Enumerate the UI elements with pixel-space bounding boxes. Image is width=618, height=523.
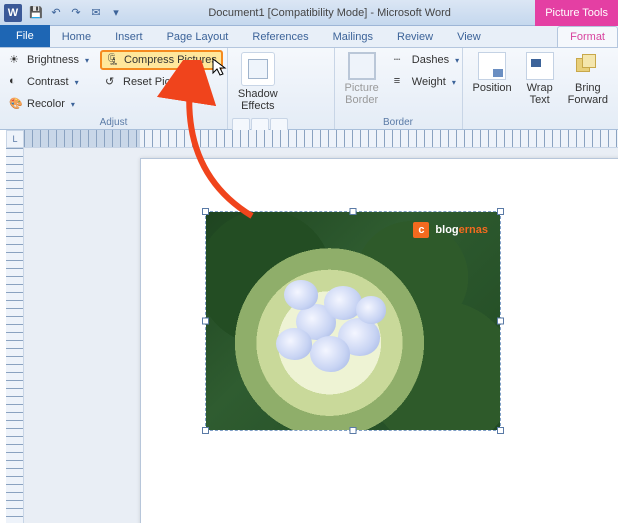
wrap-label: Wrap Text bbox=[527, 82, 553, 106]
dashes-button[interactable]: ┄ Dashes▾ bbox=[389, 50, 464, 70]
recolor-button[interactable]: 🎨 Recolor▾ bbox=[4, 94, 94, 114]
save-icon[interactable]: 💾 bbox=[28, 5, 44, 21]
brightness-label: Brightness bbox=[27, 54, 79, 66]
resize-handle-tr[interactable] bbox=[497, 208, 504, 215]
ribbon: ☀ Brightness▾ ◐ Contrast▾ 🎨 Recolor▾ 🗜 C… bbox=[0, 48, 618, 130]
shadow-sample-icon bbox=[241, 52, 275, 86]
reset-picture-button[interactable]: ↺ Reset Picture bbox=[100, 72, 223, 92]
recolor-label: Recolor bbox=[27, 98, 65, 110]
tab-references[interactable]: References bbox=[240, 27, 320, 47]
tab-view[interactable]: View bbox=[445, 27, 493, 47]
titlebar: W 💾 ↶ ↷ ✉ ▾ Document1 [Compatibility Mod… bbox=[0, 0, 618, 26]
tab-mailings[interactable]: Mailings bbox=[321, 27, 385, 47]
image-watermark: c blogernas bbox=[413, 222, 488, 238]
resize-handle-b[interactable] bbox=[350, 427, 357, 434]
resize-handle-bl[interactable] bbox=[202, 427, 209, 434]
tab-format[interactable]: Format bbox=[557, 26, 618, 47]
group-border: Picture Border ┄ Dashes▾ ≡ Weight▾ Borde… bbox=[335, 48, 463, 129]
qat-more-icon[interactable]: ▾ bbox=[108, 5, 124, 21]
watermark-prefix: blog bbox=[435, 224, 458, 236]
recolor-icon: 🎨 bbox=[9, 97, 23, 111]
dashes-label: Dashes bbox=[412, 54, 449, 66]
group-adjust-title: Adjust bbox=[4, 116, 223, 129]
horizontal-ruler[interactable] bbox=[24, 130, 618, 148]
position-icon bbox=[478, 52, 506, 80]
compress-pictures-button[interactable]: 🗜 Compress Pictures bbox=[100, 50, 223, 70]
resize-handle-t[interactable] bbox=[350, 208, 357, 215]
group-shadow-effects: Shadow Effects Shadow Effects bbox=[228, 48, 335, 129]
tab-home[interactable]: Home bbox=[50, 27, 103, 47]
position-label: Position bbox=[473, 82, 512, 94]
undo-icon[interactable]: ↶ bbox=[48, 5, 64, 21]
reset-label: Reset Picture bbox=[123, 76, 189, 88]
compress-label: Compress Pictures bbox=[124, 54, 217, 66]
contrast-icon: ◐ bbox=[9, 75, 23, 89]
resize-handle-r[interactable] bbox=[497, 318, 504, 325]
brightness-button[interactable]: ☀ Brightness▾ bbox=[4, 50, 94, 70]
contextual-tab-label: Picture Tools bbox=[535, 0, 618, 26]
group-adjust: ☀ Brightness▾ ◐ Contrast▾ 🎨 Recolor▾ 🗜 C… bbox=[0, 48, 228, 129]
picture-border-button[interactable]: Picture Border bbox=[339, 50, 385, 108]
bring-forward-icon bbox=[574, 52, 602, 80]
bring-forward-button[interactable]: Bring Forward bbox=[562, 50, 614, 116]
page[interactable]: c blogernas bbox=[140, 158, 618, 523]
weight-label: Weight bbox=[412, 76, 446, 88]
window-title: Document1 [Compatibility Mode] - Microso… bbox=[124, 7, 535, 19]
tab-review[interactable]: Review bbox=[385, 27, 445, 47]
tab-stop-selector[interactable]: L bbox=[6, 130, 24, 148]
shadow-effects-button[interactable]: Shadow Effects bbox=[232, 50, 284, 114]
picture-content: c blogernas bbox=[206, 212, 500, 430]
selected-picture[interactable]: c blogernas bbox=[205, 211, 501, 431]
bring-label: Bring Forward bbox=[568, 82, 608, 106]
ribbon-tabs: File Home Insert Page Layout References … bbox=[0, 26, 618, 48]
group-arrange: Position Wrap Text Bring Forward bbox=[463, 48, 618, 129]
contrast-label: Contrast bbox=[27, 76, 69, 88]
brightness-icon: ☀ bbox=[9, 53, 23, 67]
resize-handle-br[interactable] bbox=[497, 427, 504, 434]
word-app-icon: W bbox=[4, 4, 22, 22]
weight-button[interactable]: ≡ Weight▾ bbox=[389, 72, 464, 92]
picture-border-label: Picture Border bbox=[345, 82, 379, 106]
resize-handle-tl[interactable] bbox=[202, 208, 209, 215]
shadow-label: Shadow Effects bbox=[238, 88, 278, 112]
reset-icon: ↺ bbox=[105, 75, 119, 89]
watermark-suffix: ernas bbox=[459, 224, 488, 236]
position-button[interactable]: Position bbox=[467, 50, 518, 116]
tab-page-layout[interactable]: Page Layout bbox=[155, 27, 241, 47]
redo-icon[interactable]: ↷ bbox=[68, 5, 84, 21]
tab-insert[interactable]: Insert bbox=[103, 27, 155, 47]
wrap-text-button[interactable]: Wrap Text bbox=[520, 50, 560, 116]
resize-handle-l[interactable] bbox=[202, 318, 209, 325]
dashes-icon: ┄ bbox=[394, 53, 408, 67]
picture-border-icon bbox=[348, 52, 376, 80]
group-border-title: Border bbox=[339, 116, 458, 129]
watermark-logo-icon: c bbox=[413, 222, 429, 238]
tab-file[interactable]: File bbox=[0, 25, 50, 47]
document-area[interactable]: c blogernas bbox=[24, 148, 618, 523]
weight-icon: ≡ bbox=[394, 75, 408, 89]
contrast-button[interactable]: ◐ Contrast▾ bbox=[4, 72, 94, 92]
wrap-text-icon bbox=[526, 52, 554, 80]
qat-extra-icon[interactable]: ✉ bbox=[88, 5, 104, 21]
vertical-ruler[interactable] bbox=[6, 148, 24, 523]
quick-access-toolbar: 💾 ↶ ↷ ✉ ▾ bbox=[28, 5, 124, 21]
group-arrange-spacer bbox=[467, 116, 614, 129]
compress-icon: 🗜 bbox=[106, 53, 120, 67]
